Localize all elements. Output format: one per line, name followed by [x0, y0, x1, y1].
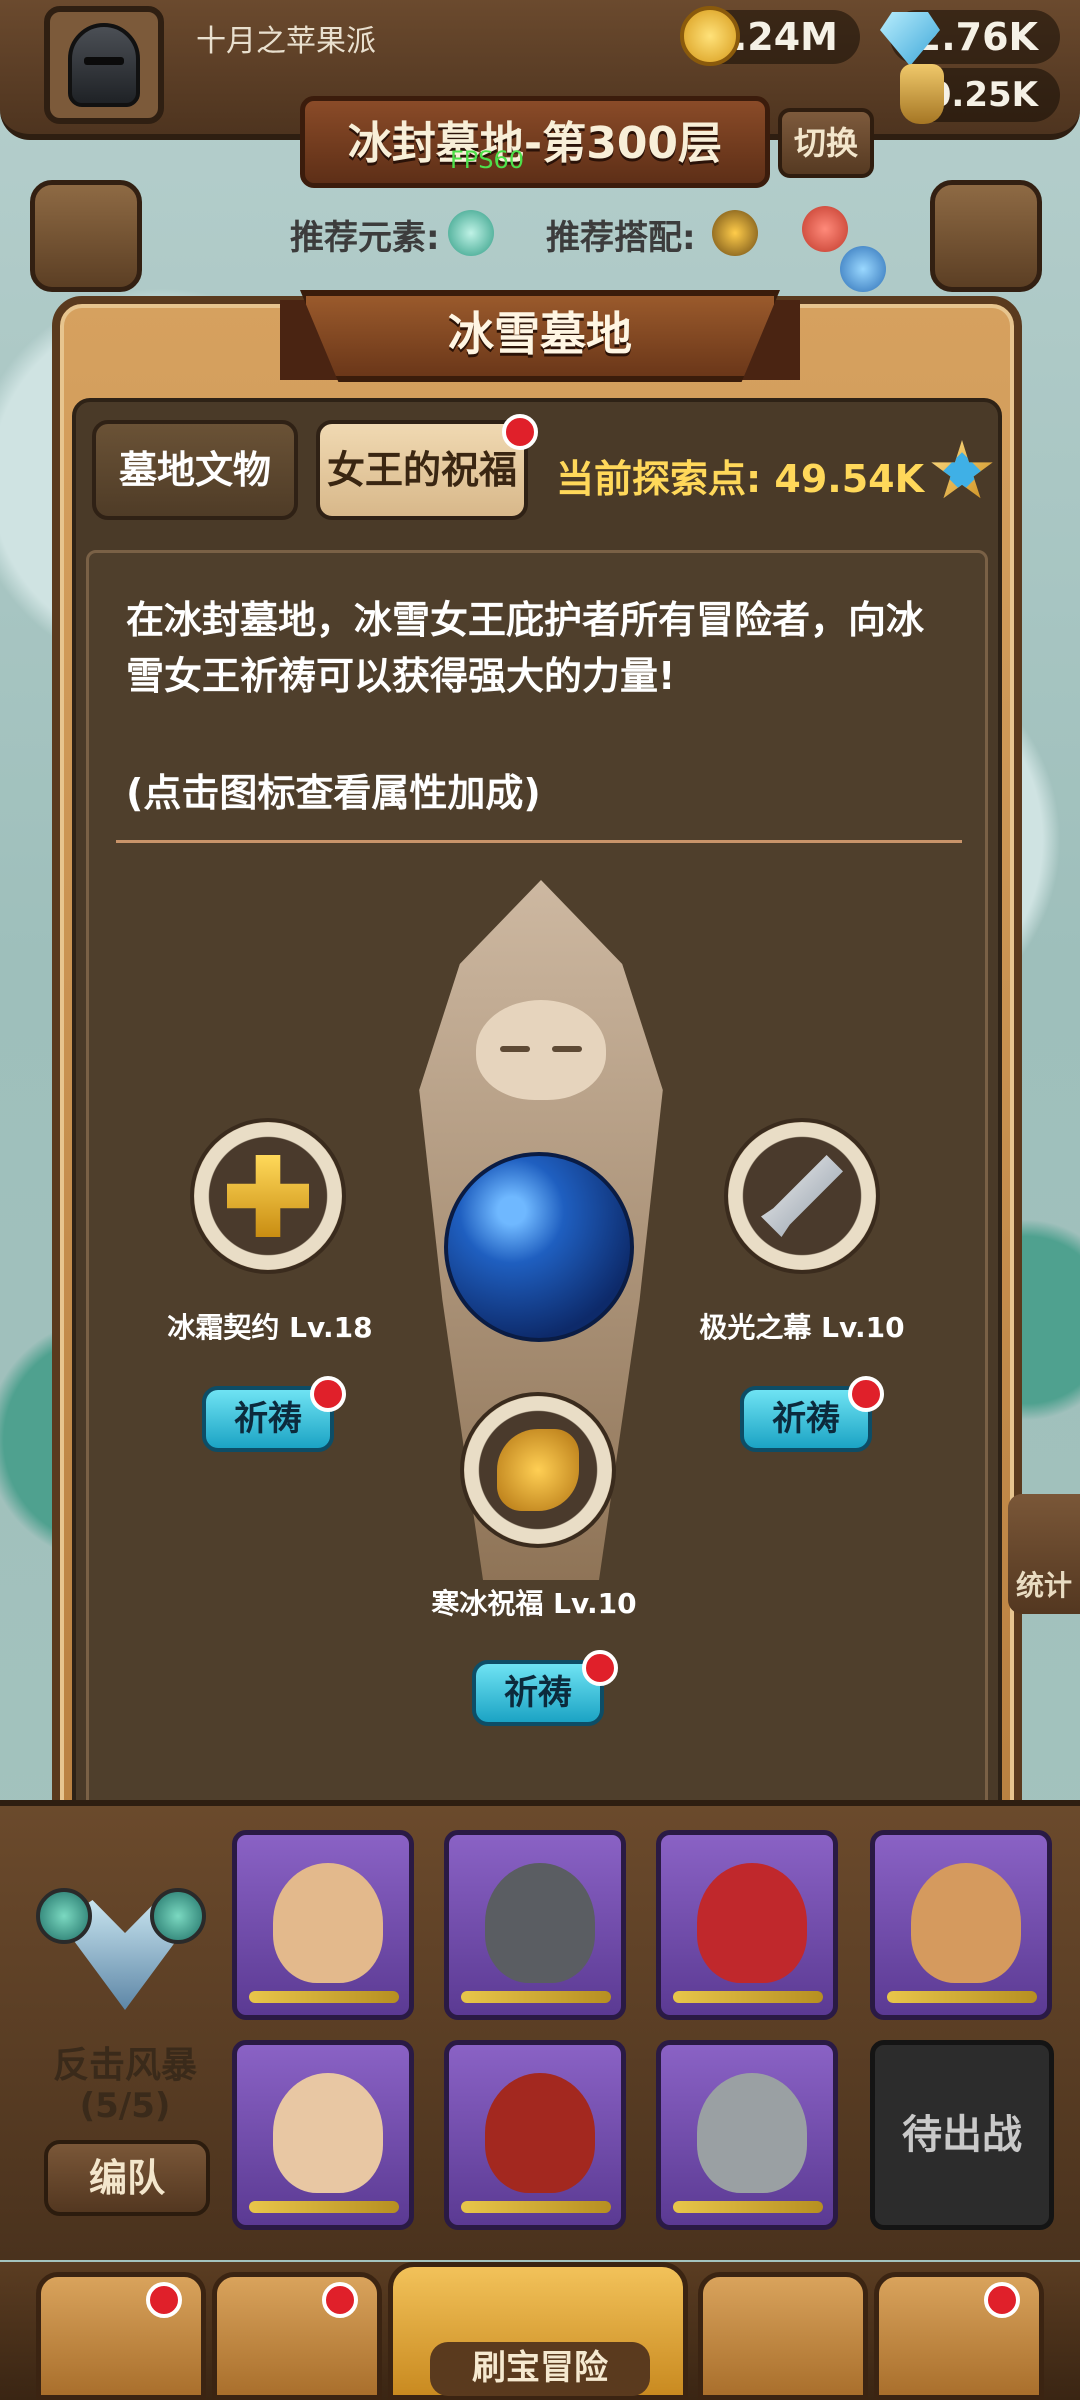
- fps-counter: FPS60: [450, 146, 525, 174]
- cold-blessing-relic[interactable]: [460, 1392, 616, 1548]
- hero-portrait: [273, 1863, 383, 1983]
- notification-dot: [582, 1650, 618, 1686]
- frost-pact-relic[interactable]: [190, 1118, 346, 1274]
- potion-counter[interactable]: 30.25K: [900, 64, 1060, 124]
- gold-counter[interactable]: 1.24M: [680, 6, 860, 66]
- notification-dot: [310, 1376, 346, 1412]
- wind-element-icon: [448, 210, 494, 256]
- hero-hp-bar: [249, 2201, 399, 2213]
- wind-element-icon: [150, 1888, 206, 1944]
- crystal-orb: [444, 1152, 634, 1342]
- nav-backpack-button[interactable]: [698, 2272, 868, 2400]
- team-edit-button[interactable]: 编队: [44, 2140, 210, 2216]
- scroll-button[interactable]: [930, 180, 1042, 292]
- hero-hp-bar: [673, 1991, 823, 2003]
- hero-portrait: [273, 2073, 383, 2193]
- wind-element-icon: [36, 1888, 92, 1944]
- aurora-veil-name: 极光之幕 Lv.10: [699, 1311, 905, 1344]
- formation-name: 反击风暴: [52, 2045, 197, 2086]
- hero-hp-bar: [461, 2201, 611, 2213]
- hero-card[interactable]: [656, 2040, 838, 2230]
- recommend-match-label: 推荐搭配:: [546, 218, 696, 258]
- hero-portrait: [911, 1863, 1021, 1983]
- nav-forge-button[interactable]: [874, 2272, 1044, 2400]
- hero-card[interactable]: [870, 1830, 1052, 2020]
- hero-card[interactable]: [444, 1830, 626, 2020]
- notification-dot: [848, 1376, 884, 1412]
- cold-blessing-name: 寒冰祝福 Lv.10: [431, 1587, 637, 1620]
- player-avatar[interactable]: [44, 6, 164, 124]
- aurora-veil-relic[interactable]: [724, 1118, 880, 1274]
- hero-hp-bar: [887, 1991, 1037, 2003]
- tab-graveyard-relics[interactable]: 墓地文物: [92, 420, 298, 520]
- standby-slot[interactable]: 待出战: [870, 2040, 1054, 2230]
- hero-card[interactable]: [656, 1830, 838, 2020]
- floor-title: 冰封墓地-第300层: [347, 118, 723, 169]
- knight-helmet-icon: [68, 23, 140, 107]
- formation-count: (5/5): [79, 2086, 171, 2126]
- gold-coin-icon: [680, 6, 740, 66]
- frost-pact-name: 冰霜契约 Lv.18: [167, 1311, 373, 1344]
- clover-button[interactable]: [30, 180, 142, 292]
- water-element-icon: [840, 246, 886, 292]
- hero-card[interactable]: [444, 2040, 626, 2230]
- hero-portrait: [697, 1863, 807, 1983]
- divider: [116, 840, 962, 843]
- hero-portrait: [697, 2073, 807, 2193]
- hero-hp-bar: [249, 1991, 399, 2003]
- nav-adventure-label: 刷宝冒险: [430, 2342, 650, 2396]
- golden-dragon-icon: [497, 1429, 579, 1511]
- tab-queen-blessing[interactable]: 女王的祝福: [316, 420, 528, 520]
- blessing-hint: (点击图标查看属性加成): [126, 771, 541, 815]
- nav-hero-button[interactable]: [212, 2272, 382, 2400]
- blessing-description: 在冰封墓地，冰雪女王庇护者所有冒险者，向冰雪女王祈祷可以获得强大的力量!: [126, 598, 925, 698]
- potion-jar-icon: [900, 64, 944, 124]
- gem-counter[interactable]: 2.76K: [880, 10, 1060, 66]
- notification-dot: [322, 2282, 358, 2318]
- explore-points: 当前探索点: 49.54K: [556, 457, 925, 501]
- fire-element-icon: [802, 206, 848, 252]
- hero-portrait: [485, 2073, 595, 2193]
- nav-shop-button[interactable]: [36, 2272, 206, 2400]
- notification-dot: [146, 2282, 182, 2318]
- switch-button[interactable]: 切换: [778, 108, 874, 178]
- hero-hp-bar: [673, 2201, 823, 2213]
- dialog-title: 冰雪墓地: [448, 307, 632, 361]
- hero-card[interactable]: [232, 1830, 414, 2020]
- warning-icon: [712, 210, 758, 256]
- stats-button[interactable]: 统计: [1008, 1494, 1080, 1614]
- hero-card[interactable]: [232, 2040, 414, 2230]
- sword-icon: [761, 1155, 843, 1237]
- hero-portrait: [485, 1863, 595, 1983]
- player-name: 十月之苹果派: [196, 24, 376, 59]
- statue-face: [476, 1000, 606, 1100]
- hero-hp-bar: [461, 1991, 611, 2003]
- golden-cross-icon: [227, 1155, 309, 1237]
- notification-dot: [502, 414, 538, 450]
- notification-dot: [984, 2282, 1020, 2318]
- recommend-element-label: 推荐元素:: [290, 218, 440, 258]
- floor-banner: 冰封墓地-第300层: [300, 96, 770, 188]
